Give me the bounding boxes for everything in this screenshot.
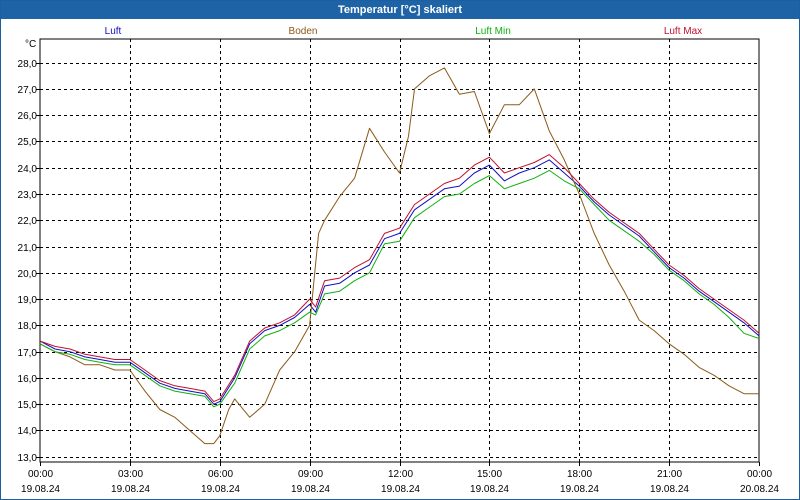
y-tick-label: 15,0 [18, 400, 38, 411]
legend-boden: Boden [289, 26, 318, 37]
y-tick-label: 22,0 [18, 216, 38, 227]
legend-luft-min: Luft Min [475, 26, 511, 37]
y-tick-label: 16,0 [18, 374, 38, 385]
y-axis-label: °C [25, 39, 36, 50]
legend-luft: Luft [105, 26, 122, 37]
y-tick-label: 18,0 [18, 321, 38, 332]
x-tick-time-label: 03:00 [118, 469, 143, 480]
x-tick-date-label: 20.08.24 [740, 484, 779, 495]
temperature-chart: 13,0 14,0 15,0 16,0 17,0 18,0 19,0 20,0 21,0 22,0… [18, 26, 780, 495]
y-tick-label: 27,0 [18, 85, 38, 96]
legend-luft-max: Luft Max [664, 26, 702, 37]
x-tick-date-label: 19.08.24 [381, 484, 420, 495]
y-tick-label: 23,0 [18, 190, 38, 201]
y-tick-label: 28,0 [18, 59, 38, 70]
x-tick-date-label: 19.08.24 [470, 484, 509, 495]
x-tick-time-label: 21:00 [657, 469, 682, 480]
y-tick-label: 19,0 [18, 295, 38, 306]
x-tick-time-label: 12:00 [388, 469, 413, 480]
plot-area [39, 38, 760, 463]
x-tick-date-label: 19.08.24 [21, 484, 60, 495]
x-tick-time-label: 00:00 [28, 469, 53, 480]
y-tick-label: 17,0 [18, 348, 38, 359]
x-tick-time-label: 18:00 [567, 469, 592, 480]
x-tick-date-label: 19.08.24 [201, 484, 240, 495]
x-tick-date-label: 19.08.24 [560, 484, 599, 495]
y-tick-label: 25,0 [18, 137, 38, 148]
y-tick-label: 21,0 [18, 243, 38, 254]
x-tick-time-label: 00:00 [747, 469, 772, 480]
x-tick-time-label: 06:00 [208, 469, 233, 480]
x-tick-time-label: 09:00 [298, 469, 323, 480]
x-tick-time-label: 15:00 [477, 469, 502, 480]
y-tick-label: 26,0 [18, 111, 38, 122]
x-tick-date-label: 19.08.24 [291, 484, 330, 495]
x-tick-date-label: 19.08.24 [650, 484, 689, 495]
y-tick-label: 24,0 [18, 164, 38, 175]
y-tick-label: 20,0 [18, 269, 38, 280]
y-tick-label: 14,0 [18, 426, 38, 437]
y-tick-label: 13,0 [18, 453, 38, 464]
x-tick-date-label: 19.08.24 [111, 484, 150, 495]
